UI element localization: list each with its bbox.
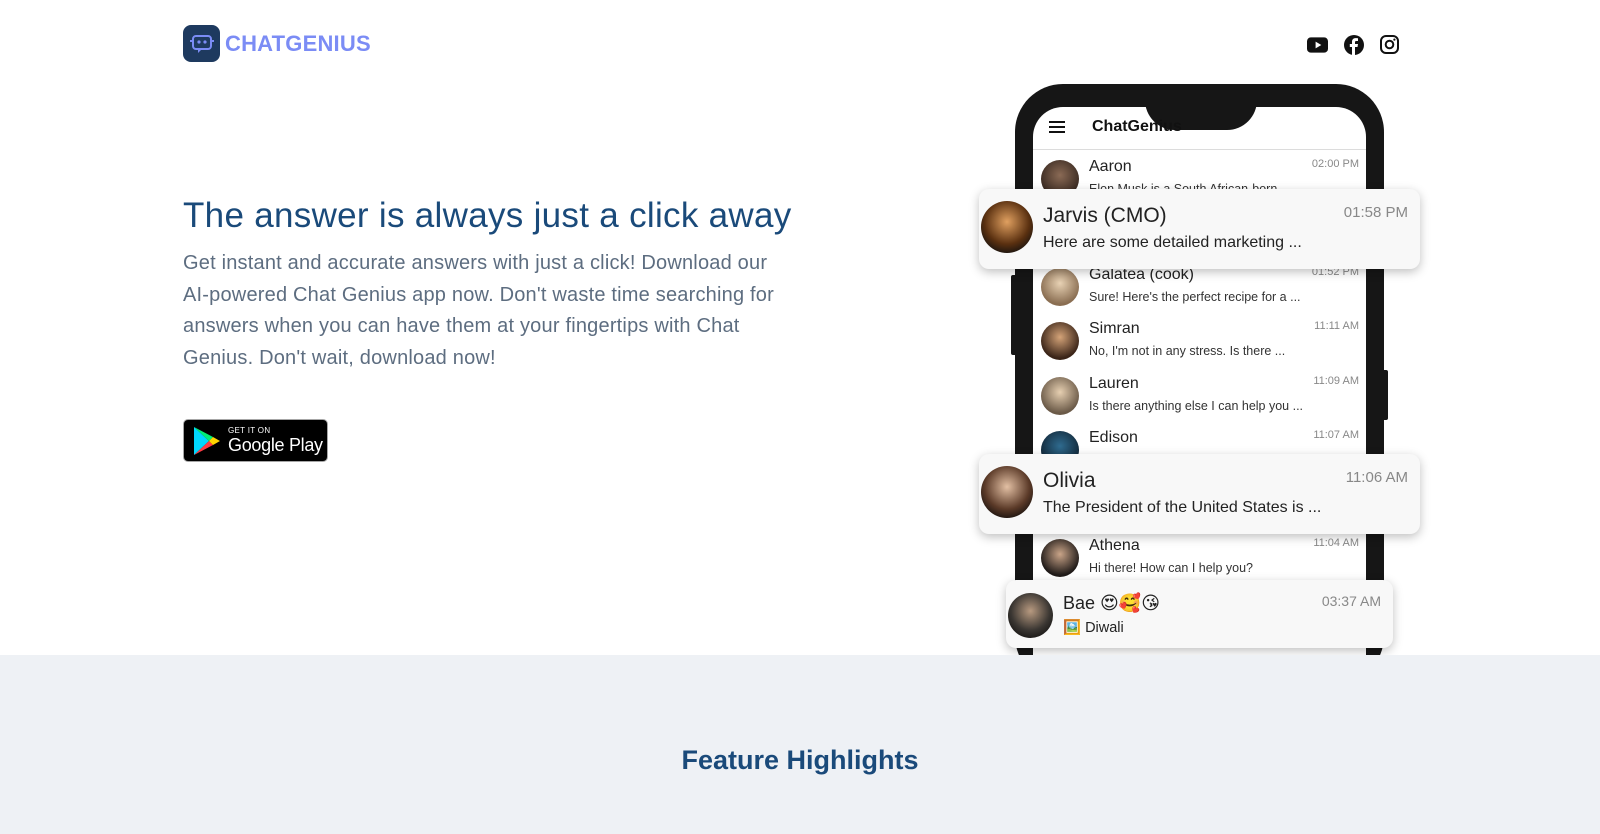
avatar [1041,322,1079,360]
badge-small-text: GET IT ON [228,426,271,435]
avatar [1008,593,1053,638]
menu-icon[interactable] [1049,121,1065,133]
brand-name: CHATGENIUS [225,30,371,56]
facebook-icon[interactable] [1343,34,1364,55]
google-play-badge[interactable]: GET IT ON Google Play [183,419,328,462]
chat-time: 02:00 PM [1311,158,1359,170]
avatar [1041,268,1079,306]
chat-name: Aaron [1089,158,1132,175]
hero-title: The answer is always just a click away [183,196,792,235]
chat-time: 11:11 AM [1314,320,1359,332]
chat-name: Athena [1089,537,1140,554]
phone-volume-button [1011,275,1017,355]
brand-logo[interactable]: CHATGENIUS [183,25,371,62]
chat-name: Edison [1089,429,1138,446]
social-links [1307,34,1400,55]
instagram-icon[interactable] [1379,34,1400,55]
chat-name: Olivia [1043,469,1096,492]
list-item[interactable]: Lauren Is there anything else I can help… [1041,375,1361,427]
chat-preview: Hi there! How can I help you? [1089,561,1253,575]
youtube-icon[interactable] [1307,34,1328,55]
avatar [1041,539,1079,577]
chat-preview: Here are some detailed marketing ... [1043,234,1302,251]
chat-name: Bae 😍🥰😘 [1063,593,1160,613]
avatar [1041,431,1079,455]
chat-card-olivia[interactable]: Olivia The President of the United State… [979,454,1420,534]
chat-name: Lauren [1089,375,1139,392]
chat-time: 11:04 AM [1313,537,1359,549]
chat-name: Simran [1089,320,1140,337]
chat-time: 01:58 PM [1343,204,1408,221]
chat-time: 11:09 AM [1313,375,1359,387]
avatar [981,466,1033,518]
phone-power-button [1382,370,1388,420]
list-item[interactable]: Simran No, I'm not in any stress. Is the… [1041,320,1361,372]
avatar [981,201,1033,253]
chat-preview: Is there anything else I can help you ..… [1089,399,1304,413]
chat-card-bae[interactable]: Bae 😍🥰😘 🖼️ Diwali 03:37 AM [1006,580,1393,648]
list-item[interactable]: Galatea (cook) Sure! Here's the perfect … [1041,266,1361,318]
chat-bot-icon [183,25,220,62]
chat-preview: 🖼️ Diwali [1063,620,1124,636]
chat-time: 11:07 AM [1313,429,1359,441]
hero-description: Get instant and accurate answers with ju… [183,252,774,369]
chat-time: 03:37 AM [1321,593,1381,609]
chat-name: Jarvis (CMO) [1043,204,1167,227]
chat-preview: The President of the United States is ..… [1043,499,1322,516]
chat-preview: Sure! Here's the perfect recipe for a ..… [1089,290,1301,304]
chat-time: 11:06 AM [1345,469,1408,486]
chat-card-jarvis[interactable]: Jarvis (CMO) Here are some detailed mark… [979,189,1420,269]
avatar [1041,377,1079,415]
badge-big-text: Google Play [228,435,323,455]
google-play-icon [194,426,220,455]
list-item[interactable]: Edison 11:07 AM [1041,429,1361,455]
chat-preview: No, I'm not in any stress. Is there ... [1089,344,1286,358]
feature-title: Feature Highlights [681,745,919,775]
app-title: ChatGenius [1092,118,1182,135]
